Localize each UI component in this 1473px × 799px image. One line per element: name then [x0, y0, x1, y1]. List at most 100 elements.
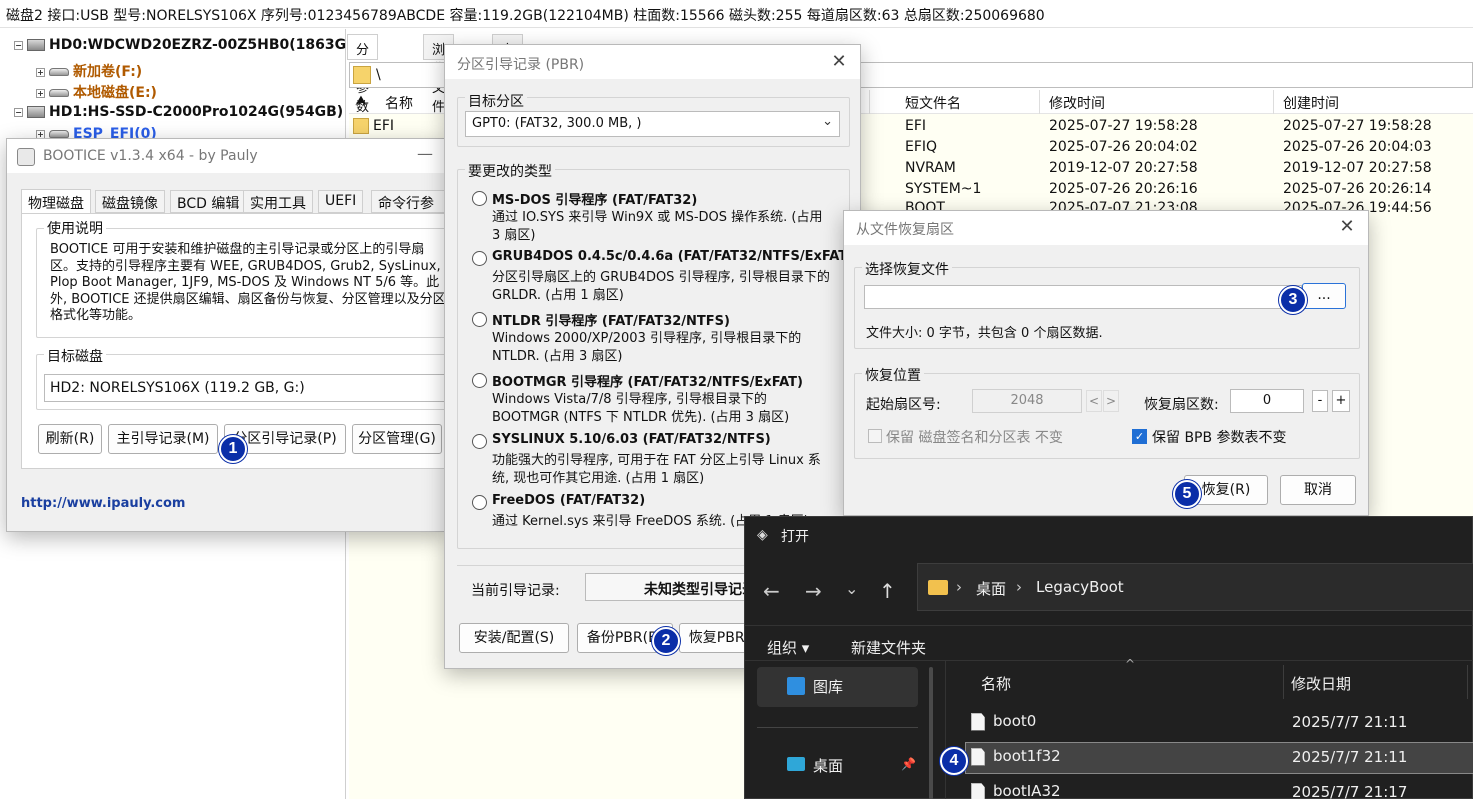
radio-msdos[interactable] — [472, 191, 487, 206]
tab-uefi[interactable]: UEFI — [318, 190, 364, 213]
mbr-button[interactable]: 主引导记录(M) — [108, 424, 218, 454]
target-disk-select[interactable]: HD2: NORELSYS106X (119.2 GB, G:) — [44, 374, 454, 402]
keep-signature-checkbox[interactable] — [868, 429, 882, 443]
expand-icon[interactable]: + — [36, 88, 45, 98]
file-path-input[interactable] — [864, 285, 1302, 309]
nav-item-gallery[interactable]: 图库 — [757, 667, 918, 707]
window-title: 分区引导记录 (PBR) — [457, 57, 585, 73]
window-title: BOOTICE v1.3.4 x64 - by Pauly — [43, 148, 258, 164]
install-config-button[interactable]: 安装/配置(S) — [459, 623, 569, 653]
file-info-text: 文件大小: 0 字节，共包含 0 个扇区数据. — [866, 326, 1103, 341]
restore-titlebar[interactable]: 从文件恢复扇区 ✕ — [844, 211, 1368, 245]
chevron-down-icon[interactable]: ⌄ — [822, 114, 833, 129]
option-title[interactable]: NTLDR 引导程序 (FAT/FAT32/NTFS) — [492, 310, 730, 329]
chevron-right-icon: › — [1016, 578, 1022, 596]
file-date: 2025/7/7 21:11 — [1292, 748, 1408, 766]
tree-label: 新加卷(F:) — [73, 64, 143, 80]
radio-ntldr[interactable] — [472, 312, 487, 327]
up-arrow-icon[interactable]: ↑ — [879, 579, 896, 603]
browse-button[interactable]: ... — [1302, 283, 1346, 309]
file-short-name: EFI — [905, 118, 927, 134]
option-desc: Windows 2000/XP/2003 引导程序, 引导根目录下的 NTLDR… — [492, 331, 802, 364]
tab-physical-disk[interactable]: 物理磁盘 — [21, 189, 91, 214]
tab-partition-params[interactable]: 分区参数 — [347, 34, 379, 115]
col-created[interactable]: 创建时间 — [1283, 93, 1339, 113]
organize-menu[interactable]: 组织 ▾ — [767, 637, 809, 658]
option-title[interactable]: FreeDOS (FAT/FAT32) — [492, 493, 645, 508]
col-name[interactable]: 名称 — [385, 93, 413, 113]
prev-sector-button[interactable]: < — [1086, 390, 1102, 412]
tree-disk-hd1[interactable]: − HD1:HS-SSD-C2000Pro1024G(954GB) — [14, 104, 343, 120]
keep-bpb-label: 保留 BPB 参数表不变 — [1152, 430, 1287, 446]
breadcrumb-desktop[interactable]: 桌面 — [976, 578, 1006, 599]
restore-window: 从文件恢复扇区 ✕ 选择恢复文件 ... 文件大小: 0 字节，共包含 0 个扇… — [843, 210, 1369, 516]
collapse-icon[interactable]: − — [14, 107, 23, 117]
radio-freedos[interactable] — [472, 495, 487, 510]
nav-label: 桌面 — [813, 757, 844, 775]
radio-grub4dos[interactable] — [472, 251, 487, 266]
col-short-name[interactable]: 短文件名 — [905, 93, 961, 113]
close-icon[interactable]: ✕ — [828, 51, 850, 73]
tree-disk-hd0[interactable]: − HD0:WDCWD20EZRZ-00Z5HB0(1863G — [14, 37, 346, 53]
pbr-titlebar[interactable]: 分区引导记录 (PBR) ✕ — [445, 45, 860, 79]
forward-arrow-icon[interactable]: → — [805, 579, 822, 603]
pin-icon[interactable]: 📌 — [901, 757, 916, 771]
increment-button[interactable]: + — [1332, 390, 1350, 412]
option-desc: 功能强大的引导程序, 可用于在 FAT 分区上引导 Linux 系统, 现也可作… — [492, 453, 821, 486]
tab-bcd-edit[interactable]: BCD 编辑 — [170, 190, 247, 213]
file-name: bootIA32 — [993, 782, 1061, 799]
file-list-item-selected[interactable]: boot1f32 2025/7/7 21:11 — [965, 742, 1473, 774]
col-divider — [1283, 665, 1284, 699]
step-badge-5: 5 — [1173, 480, 1201, 508]
up-folder-icon[interactable]: ⮝ — [355, 93, 367, 109]
decrement-button[interactable]: - — [1312, 390, 1328, 412]
col-modified[interactable]: 修改日期 — [1291, 673, 1351, 694]
option-title[interactable]: GRUB4DOS 0.4.5c/0.4.6a (FAT/FAT32/NTFS/E… — [492, 249, 853, 264]
tree-volume-e[interactable]: + 本地磁盘(E:) — [36, 82, 157, 102]
partition-manager-button[interactable]: 分区管理(G) — [352, 424, 442, 454]
bootice-titlebar[interactable]: BOOTICE v1.3.4 x64 - by Pauly — — [7, 139, 445, 173]
sector-count-input[interactable]: 0 — [1230, 389, 1304, 413]
refresh-button[interactable]: 刷新(R) — [38, 424, 102, 454]
file-list-item[interactable]: bootIA32 2025/7/7 21:17 — [965, 779, 1473, 799]
file-created: 2019-12-07 20:27:58 — [1283, 160, 1432, 176]
option-title[interactable]: MS-DOS 引导程序 (FAT/FAT32) — [492, 189, 697, 208]
tab-utilities[interactable]: 实用工具 — [243, 190, 313, 213]
option-desc: 分区引导扇区上的 GRUB4DOS 引导程序, 引导根目录下的 GRLDR. (… — [492, 270, 830, 303]
website-link[interactable]: http://www.ipauly.com — [21, 496, 185, 511]
tab-cmdline[interactable]: 命令行参数 — [371, 190, 447, 213]
back-arrow-icon[interactable]: ← — [763, 579, 780, 603]
new-folder-button[interactable]: 新建文件夹 — [851, 637, 926, 658]
cancel-button[interactable]: 取消 — [1280, 475, 1356, 505]
dialog-title: 打开 — [781, 529, 809, 545]
target-partition-label: 目标分区 — [465, 91, 527, 111]
col-name[interactable]: 名称 — [981, 673, 1011, 694]
file-list-item[interactable]: boot0 2025/7/7 21:11 — [965, 707, 1473, 739]
nav-scrollbar[interactable] — [929, 667, 933, 799]
start-sector-input[interactable]: 2048 — [972, 389, 1082, 413]
keep-bpb-checkbox[interactable]: ✓ — [1132, 429, 1147, 444]
next-sector-button[interactable]: > — [1103, 390, 1119, 412]
target-partition-value: GPT0: (FAT32, 300.0 MB, ) — [472, 116, 642, 131]
address-bar[interactable]: › 桌面 › LegacyBoot — [917, 563, 1473, 611]
recent-dropdown-icon[interactable]: ⌄ — [845, 579, 858, 598]
radio-bootmgr[interactable] — [472, 373, 487, 388]
close-icon[interactable]: ✕ — [1336, 216, 1358, 238]
col-modified[interactable]: 修改时间 — [1049, 93, 1105, 113]
col-divider — [1039, 90, 1040, 114]
target-partition-select[interactable]: GPT0: (FAT32, 300.0 MB, ) ⌄ — [465, 111, 840, 137]
step-badge-2: 2 — [652, 627, 680, 655]
nav-item-desktop[interactable]: 桌面 📌 — [757, 747, 918, 783]
option-title[interactable]: SYSLINUX 5.10/6.03 (FAT/FAT32/NTFS) — [492, 432, 771, 447]
collapse-icon[interactable]: − — [14, 40, 23, 50]
option-title[interactable]: BOOTMGR 引导程序 (FAT/FAT32/NTFS/ExFAT) — [492, 371, 803, 390]
expand-icon[interactable]: + — [36, 67, 45, 77]
tree-label: HD1:HS-SSD-C2000Pro1024G(954GB) — [49, 104, 344, 120]
minimize-icon[interactable]: — — [417, 144, 433, 163]
radio-syslinux[interactable] — [472, 434, 487, 449]
tab-disk-image[interactable]: 磁盘镜像 — [95, 190, 165, 213]
tree-volume-f[interactable]: + 新加卷(F:) — [36, 61, 142, 81]
breadcrumb-legacyboot[interactable]: LegacyBoot — [1036, 578, 1124, 596]
volume-icon — [49, 130, 69, 138]
usage-label: 使用说明 — [44, 218, 106, 238]
